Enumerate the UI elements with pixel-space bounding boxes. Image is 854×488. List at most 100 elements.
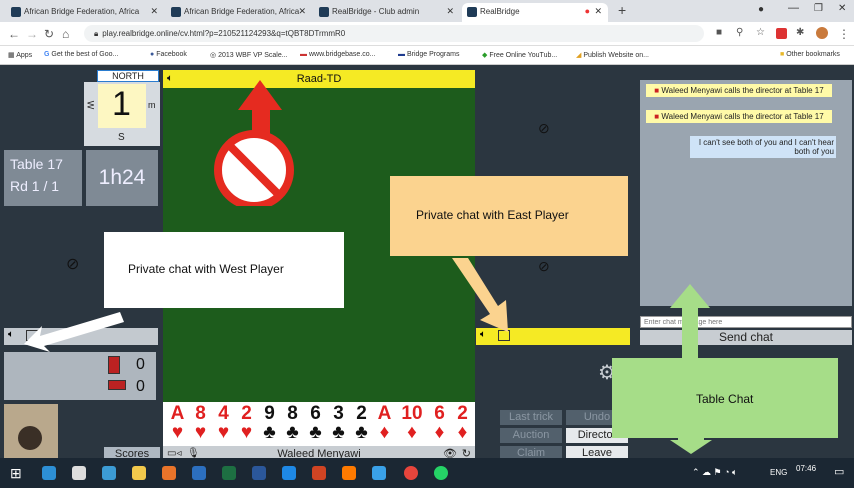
close-tab-icon[interactable]: ✕	[150, 6, 158, 17]
app-icon[interactable]	[372, 466, 386, 480]
app-icon[interactable]	[282, 466, 296, 480]
notification-icon[interactable]: ▭	[834, 465, 844, 478]
chat-message: ■ Waleed Menyawi calls the director at T…	[646, 110, 832, 123]
bookmark-item[interactable]: ◎ 2013 WBF VP Scale...	[210, 51, 288, 59]
card-rank: 10	[401, 403, 423, 424]
bookmarks-bar: ▦ Apps G Get the best of Goo... ● Facebo…	[0, 46, 854, 65]
table-number: Table 17	[10, 156, 63, 172]
bookmark-item[interactable]: ◢ Publish Website on...	[576, 51, 649, 59]
back-icon[interactable]: ←	[8, 27, 20, 41]
camera-icon[interactable]: ■	[716, 27, 722, 38]
card-suit-icon: ♣	[332, 422, 345, 443]
bookmark-item[interactable]: ◆ Free Online YouTub...	[482, 51, 557, 59]
tab-favicon-icon	[467, 7, 477, 17]
playing-card[interactable]: 3 ♣	[328, 404, 349, 442]
url-field[interactable]: 🔒︎ play.realbridge.online/cv.html?p=21052…	[84, 25, 704, 42]
windows-start-icon[interactable]: ⊞	[10, 465, 22, 482]
playing-card[interactable]: 8 ♣	[282, 404, 303, 442]
minimize-icon[interactable]: —	[788, 2, 799, 14]
auction-button[interactable]: Auction	[500, 428, 562, 443]
speaker-icon[interactable]: 🔈︎	[167, 70, 173, 88]
speaker-icon[interactable]: 🔈︎	[8, 329, 14, 340]
compass-east: m	[148, 100, 156, 110]
excel-icon[interactable]	[222, 466, 236, 480]
board-number: 1	[112, 85, 131, 123]
card-suit-icon: ♣	[355, 422, 368, 443]
callout-west-text: Private chat with West Player	[128, 262, 284, 276]
folder-icon[interactable]	[132, 466, 146, 480]
address-bar-row: ← → ↻ ⌂ 🔒︎ play.realbridge.online/cv.html…	[0, 22, 854, 46]
extension-icon[interactable]	[776, 28, 787, 39]
bookmark-item[interactable]: ▬ www.bridgebase.co...	[300, 51, 376, 58]
playing-card[interactable]: 6 ♣	[305, 404, 326, 442]
callout-table-arrow-down-icon	[670, 434, 712, 454]
card-rank: A	[170, 403, 185, 424]
reload-icon[interactable]: ↻	[44, 27, 54, 41]
browser-tab[interactable]: African Bridge Federation, Africa ✕	[6, 3, 164, 22]
compass-south: S	[118, 132, 125, 143]
bookmark-item[interactable]: ▬ Bridge Programs	[398, 51, 459, 58]
zoom-icon[interactable]: ⚲	[736, 27, 743, 38]
bookmark-item[interactable]: ▦ Apps	[8, 51, 32, 59]
home-icon[interactable]: ⌂	[62, 27, 69, 41]
tab-title: African Bridge Federation, Africa	[184, 7, 300, 16]
close-tab-icon[interactable]: ✕	[446, 6, 454, 17]
profile-icon[interactable]: ●	[758, 4, 764, 15]
playing-card[interactable]: A ♦	[374, 404, 395, 442]
close-tab-icon[interactable]: ✕	[298, 6, 306, 17]
app-icon[interactable]	[162, 466, 176, 480]
playing-card[interactable]: A ♥	[167, 404, 188, 442]
language-indicator[interactable]: ENG	[770, 468, 787, 477]
compass-box: 1 W m S	[84, 82, 160, 146]
store-icon[interactable]	[72, 466, 86, 480]
hand-cards: A ♥ 8 ♥ 4 ♥ 2 ♥ 9 ♣ 8 ♣ 6 ♣ 3 ♣ 2 ♣ A ♦ 10 ♦ 6 ♦ 2 ♦	[163, 402, 475, 446]
edge-icon[interactable]	[42, 466, 56, 480]
puzzle-icon[interactable]: ✱	[796, 27, 804, 38]
north-label: NORTH	[97, 70, 159, 82]
round-number: Rd 1 / 1	[10, 178, 60, 194]
forward-icon[interactable]: →	[26, 27, 38, 41]
lock-icon: 🔒︎	[94, 29, 99, 38]
close-window-icon[interactable]: ✕	[838, 3, 846, 14]
playing-card[interactable]: 4 ♥	[213, 404, 234, 442]
browser-tab[interactable]: RealBridge - Club admin ✕	[314, 3, 460, 22]
app-icon[interactable]	[102, 466, 116, 480]
app-icon[interactable]	[342, 466, 356, 480]
browser-tab[interactable]: African Bridge Federation, Africa ✕	[166, 3, 312, 22]
card-rank: 2	[241, 403, 252, 424]
playing-card[interactable]: 10 ♦	[397, 404, 427, 442]
new-tab-icon[interactable]: +	[618, 2, 626, 18]
app-icon[interactable]	[192, 466, 206, 480]
playing-card[interactable]: 2 ♣	[351, 404, 372, 442]
bookmark-item[interactable]: ● Facebook	[150, 51, 187, 58]
star-icon[interactable]: ☆	[756, 27, 765, 38]
playing-card[interactable]: 8 ♥	[190, 404, 211, 442]
menu-icon[interactable]: ⋮	[838, 27, 850, 41]
maximize-icon[interactable]: ❐	[814, 3, 823, 14]
other-bookmarks[interactable]: ■ Other bookmarks	[780, 51, 840, 58]
flag-icon: ■	[654, 86, 660, 95]
card-rank: 2	[457, 403, 468, 424]
playing-card[interactable]: 2 ♥	[236, 404, 257, 442]
tab-favicon-icon	[171, 7, 181, 17]
card-rank: 8	[195, 403, 206, 424]
system-tray-icons[interactable]: ⌃ ☁ ⚑ ◔ 🔈︎	[692, 467, 737, 478]
clock[interactable]: 07:46	[796, 464, 816, 473]
browser-tab-active[interactable]: RealBridge ● ✕	[462, 3, 608, 22]
word-icon[interactable]	[252, 466, 266, 480]
score-box: 0 0	[4, 352, 156, 400]
avatar-icon[interactable]	[816, 27, 828, 39]
last-trick-button[interactable]: Last trick	[500, 410, 562, 425]
playing-card[interactable]: 2 ♦	[452, 404, 473, 442]
close-tab-icon[interactable]: ✕	[594, 6, 602, 17]
playing-card[interactable]: 9 ♣	[259, 404, 280, 442]
chat-message: I can't see both of you and I can't hear…	[690, 136, 836, 158]
chrome-icon[interactable]	[404, 466, 418, 480]
card-suit-icon: ♦	[379, 422, 390, 443]
whatsapp-icon[interactable]	[434, 466, 448, 480]
bookmark-item[interactable]: G Get the best of Goo...	[44, 51, 118, 58]
powerpoint-icon[interactable]	[312, 466, 326, 480]
playing-card[interactable]: 6 ♦	[429, 404, 450, 442]
browser-tab-bar: African Bridge Federation, Africa ✕ Afric…	[0, 0, 854, 22]
card-rank: 3	[333, 403, 344, 424]
